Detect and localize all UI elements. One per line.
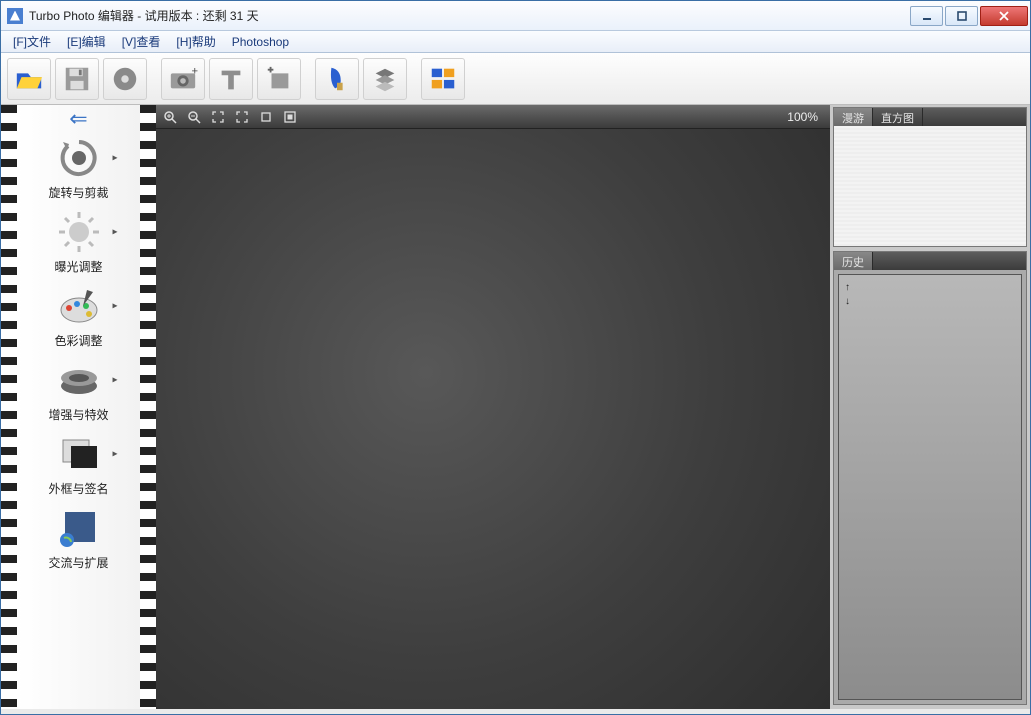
tool-share-extend[interactable]: 交流与扩展 (17, 500, 140, 573)
expand-icon: ▸ (112, 301, 117, 312)
tab-navigator[interactable]: 漫游 (834, 108, 873, 126)
window-title: Turbo Photo 编辑器 - 试用版本 : 还剩 31 天 (29, 7, 259, 24)
tool-category-list: ⇐ ▸ 旋转与剪裁 ▸ 曝光调整 (17, 105, 140, 709)
titlebar: Turbo Photo 编辑器 - 试用版本 : 还剩 31 天 (1, 1, 1030, 31)
navigator-preview[interactable] (834, 126, 1026, 246)
filmstrip-left (1, 105, 17, 709)
tool-frame-signature[interactable]: ▸ 外框与签名 (17, 426, 140, 499)
close-button[interactable] (980, 6, 1028, 26)
tool-label: 交流与扩展 (48, 554, 108, 571)
tool-label: 曝光调整 (54, 258, 102, 275)
tab-history[interactable]: 历史 (834, 252, 873, 270)
expand-icon: ▸ (112, 375, 117, 386)
navigator-panel: 漫游 直方图 (833, 107, 1027, 247)
camera-add-button[interactable]: + (161, 58, 205, 100)
left-panel: ⇐ ▸ 旋转与剪裁 ▸ 曝光调整 (1, 105, 156, 709)
text-button[interactable] (209, 58, 253, 100)
tool-rotate-crop[interactable]: ▸ 旋转与剪裁 (17, 130, 140, 203)
tool-enhance-fx[interactable]: ▸ 增强与特效 (17, 352, 140, 425)
right-panel: 漫游 直方图 历史 ↑↓ (830, 105, 1030, 709)
tool-label: 旋转与剪裁 (48, 184, 108, 201)
view-toolbar: 100% (156, 105, 830, 129)
tool-label: 色彩调整 (54, 332, 102, 349)
workspace: ⇐ ▸ 旋转与剪裁 ▸ 曝光调整 (1, 105, 1030, 709)
history-list[interactable]: ↑↓ (838, 274, 1022, 700)
tab-histogram[interactable]: 直方图 (873, 108, 923, 126)
selection-button[interactable] (280, 108, 300, 126)
menu-file[interactable]: [F]文件 (5, 31, 59, 52)
add-layer-button[interactable] (257, 58, 301, 100)
window-controls (910, 6, 1030, 26)
back-arrow-icon[interactable]: ⇐ (54, 109, 104, 129)
history-arrows-icon: ↑↓ (845, 281, 850, 309)
menu-edit[interactable]: [E]编辑 (59, 31, 114, 52)
menu-photoshop[interactable]: Photoshop (224, 33, 297, 51)
tool-label: 外框与签名 (48, 480, 108, 497)
menubar: [F]文件 [E]编辑 [V]查看 [H]帮助 Photoshop (1, 31, 1030, 53)
brush-button[interactable] (315, 58, 359, 100)
minimize-button[interactable] (910, 6, 943, 26)
tool-color[interactable]: ▸ 色彩调整 (17, 278, 140, 351)
menu-help[interactable]: [H]帮助 (168, 31, 223, 52)
statusbar (1, 709, 1030, 714)
disc-button[interactable] (103, 58, 147, 100)
tool-label: 增强与特效 (48, 406, 108, 423)
expand-icon: ▸ (112, 227, 117, 238)
actual-size-button[interactable] (232, 108, 252, 126)
tool-exposure[interactable]: ▸ 曝光调整 (17, 204, 140, 277)
app-window: Turbo Photo 编辑器 - 试用版本 : 还剩 31 天 [F]文件 [… (0, 0, 1031, 715)
history-panel: 历史 ↑↓ (833, 251, 1027, 705)
open-button[interactable] (7, 58, 51, 100)
maximize-button[interactable] (945, 6, 978, 26)
hand-tool-button[interactable] (256, 108, 276, 126)
canvas-area: 100% (156, 105, 830, 709)
expand-icon: ▸ (112, 449, 117, 460)
zoom-out-button[interactable] (184, 108, 204, 126)
panels-button[interactable] (421, 58, 465, 100)
zoom-in-button[interactable] (160, 108, 180, 126)
menu-view[interactable]: [V]查看 (114, 31, 169, 52)
svg-text:+: + (191, 65, 198, 77)
fit-screen-button[interactable] (208, 108, 228, 126)
zoom-level: 100% (787, 110, 826, 124)
filmstrip-right (140, 105, 156, 709)
save-button[interactable] (55, 58, 99, 100)
main-toolbar: + (1, 53, 1030, 105)
canvas[interactable] (156, 129, 830, 709)
layers-button[interactable] (363, 58, 407, 100)
expand-icon: ▸ (112, 153, 117, 164)
app-icon (7, 8, 23, 24)
